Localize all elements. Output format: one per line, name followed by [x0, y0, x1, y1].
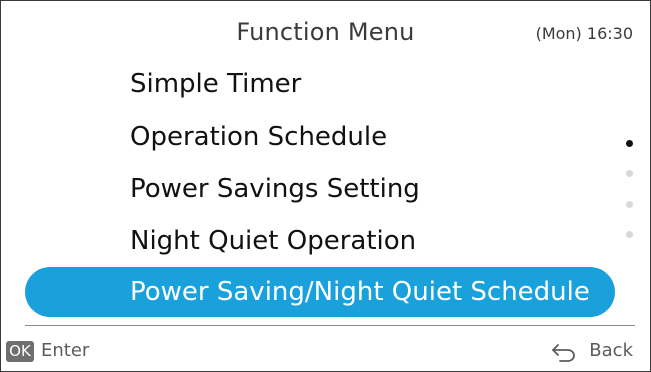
- menu-item-operation-schedule[interactable]: Operation Schedule: [130, 111, 387, 163]
- menu-item-label: Power Saving/Night Quiet Schedule: [130, 277, 590, 307]
- menu-item-power-savings-setting[interactable]: Power Savings Setting: [130, 163, 420, 215]
- page-dot-1: [626, 140, 633, 147]
- page-dot-4: [626, 231, 633, 238]
- page-dot-3: [626, 201, 633, 208]
- back-label: Back: [589, 340, 633, 361]
- header: Function Menu (Mon) 16:30: [0, 16, 651, 56]
- clock-display: (Mon) 16:30: [535, 24, 633, 43]
- menu-item-night-quiet-operation[interactable]: Night Quiet Operation: [130, 215, 416, 267]
- footer: OK Enter Back: [0, 337, 651, 367]
- menu-item-label: Power Savings Setting: [130, 174, 420, 204]
- menu-item-label: Simple Timer: [130, 69, 302, 99]
- page-dot-2: [626, 170, 633, 177]
- back-arrow-icon: [552, 344, 575, 362]
- enter-label: Enter: [41, 340, 90, 361]
- menu-item-label: Night Quiet Operation: [130, 226, 417, 256]
- ok-button-badge[interactable]: OK: [6, 341, 34, 362]
- footer-divider: [25, 325, 635, 326]
- menu-item-label: Operation Schedule: [130, 122, 388, 152]
- menu-item-power-saving-night-quiet-schedule[interactable]: Power Saving/Night Quiet Schedule: [25, 267, 615, 317]
- menu-item-simple-timer[interactable]: Simple Timer: [130, 58, 301, 110]
